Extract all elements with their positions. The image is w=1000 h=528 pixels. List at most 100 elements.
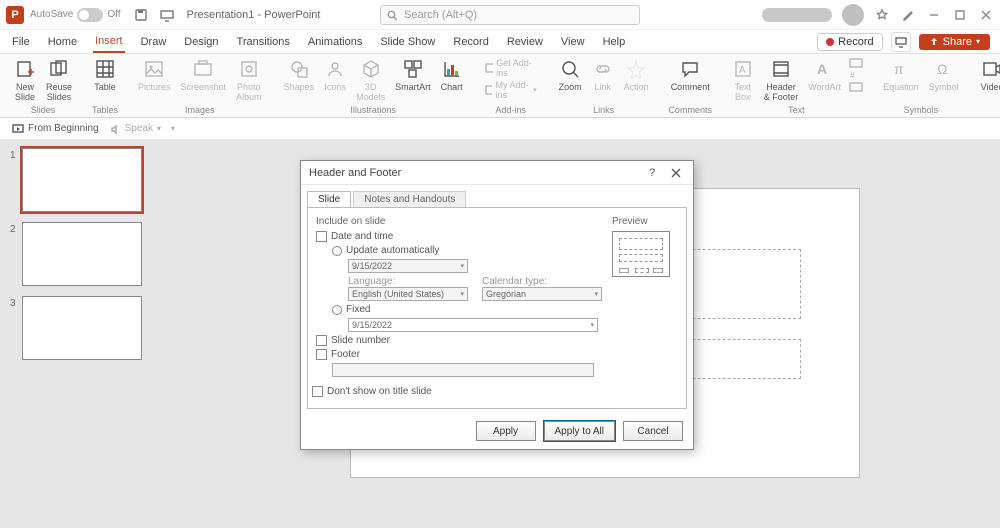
fixed-date-value: 9/15/2022: [352, 320, 392, 330]
tab-insert[interactable]: Insert: [93, 31, 125, 53]
symbol-button[interactable]: ΩSymbol: [925, 56, 963, 94]
fixed-date-input[interactable]: 9/15/2022: [348, 318, 598, 332]
slide-thumb-2[interactable]: [22, 222, 142, 286]
tab-design[interactable]: Design: [182, 32, 220, 52]
from-beginning-label: From Beginning: [28, 123, 99, 134]
share-icon: [929, 37, 939, 47]
tab-file[interactable]: File: [10, 32, 32, 52]
table-button[interactable]: Table: [90, 56, 120, 94]
reuse-slides-button[interactable]: Reuse Slides: [42, 56, 76, 104]
text-box-button[interactable]: AText Box: [728, 56, 758, 104]
header-footer-button[interactable]: Header & Footer: [760, 56, 803, 104]
photo-album-button[interactable]: Photo Album: [232, 56, 266, 104]
coming-soon-icon[interactable]: [874, 7, 890, 23]
autosave-toggle[interactable]: AutoSave Off: [30, 8, 121, 22]
object-icon[interactable]: [849, 82, 863, 92]
present-icon[interactable]: [891, 32, 911, 52]
smartart-label: SmartArt: [395, 82, 431, 92]
language-dropdown[interactable]: English (United States): [348, 287, 468, 301]
tab-view[interactable]: View: [559, 32, 587, 52]
user-avatar[interactable]: [842, 4, 864, 26]
zoom-button[interactable]: Zoom: [555, 56, 586, 94]
slide-number-icon[interactable]: #: [849, 70, 863, 80]
play-icon: [12, 123, 24, 135]
fixed-radio[interactable]: [332, 305, 342, 315]
tab-home[interactable]: Home: [46, 32, 79, 52]
slide-number-label: Slide number: [331, 335, 390, 346]
dialog-body: Include on slide Date and time Update au…: [307, 207, 687, 409]
date-time-checkbox[interactable]: [316, 231, 327, 242]
wordart-button[interactable]: AWordArt: [804, 56, 845, 94]
secbar-overflow[interactable]: ▾: [171, 124, 175, 133]
dialog-close-button[interactable]: [667, 164, 685, 182]
my-addins-button[interactable]: My Add-ins▾: [485, 80, 537, 100]
tab-transitions[interactable]: Transitions: [235, 32, 292, 52]
action-button[interactable]: Action: [620, 56, 653, 94]
new-slide-label: New Slide: [15, 82, 35, 102]
tab-help[interactable]: Help: [601, 32, 628, 52]
group-illustrations: Shapes Icons 3D Models SmartArt Chart Il…: [276, 54, 471, 117]
slide-thumb-3[interactable]: [22, 296, 142, 360]
comment-button[interactable]: Comment: [667, 56, 714, 94]
tab-slideshow[interactable]: Slide Show: [378, 32, 437, 52]
search-placeholder: Search (Alt+Q): [404, 9, 477, 21]
group-label-illus: Illustrations: [276, 105, 471, 115]
chart-button[interactable]: Chart: [437, 56, 467, 94]
footer-label: Footer: [331, 349, 360, 360]
dialog-help-button[interactable]: ?: [643, 164, 661, 182]
icons-button[interactable]: Icons: [320, 56, 350, 94]
tab-record[interactable]: Record: [451, 32, 490, 52]
3d-models-button[interactable]: 3D Models: [352, 56, 389, 104]
calendar-dropdown[interactable]: Gregorian: [482, 287, 602, 301]
apply-button[interactable]: Apply: [476, 421, 536, 441]
save-icon[interactable]: [129, 3, 153, 27]
dont-show-checkbox[interactable]: [312, 386, 323, 397]
preview-column: Preview: [612, 216, 678, 400]
share-button[interactable]: Share▾: [919, 34, 990, 50]
equation-button[interactable]: πEquation: [879, 56, 923, 94]
slide-thumb-1[interactable]: [22, 148, 142, 212]
video-button[interactable]: Video: [977, 56, 1000, 94]
fixed-label: Fixed: [346, 304, 370, 315]
record-button[interactable]: Record: [817, 33, 882, 51]
date-format-dropdown[interactable]: 9/15/2022: [348, 259, 468, 273]
date-format-value: 9/15/2022: [352, 261, 392, 271]
dialog-tab-notes[interactable]: Notes and Handouts: [353, 191, 466, 207]
close-button[interactable]: [978, 7, 994, 23]
user-name-pill[interactable]: [762, 8, 832, 22]
table-label: Table: [94, 82, 116, 92]
dialog-buttons: Apply Apply to All Cancel: [301, 415, 693, 449]
search-input[interactable]: Search (Alt+Q): [380, 5, 640, 25]
header-footer-dialog: Header and Footer ? Slide Notes and Hand…: [300, 160, 694, 450]
maximize-button[interactable]: [952, 7, 968, 23]
slide-number-checkbox[interactable]: [316, 335, 327, 346]
group-addins: Get Add-ins My Add-ins▾ Add-ins: [477, 54, 545, 117]
update-auto-radio[interactable]: [332, 246, 342, 256]
cancel-button[interactable]: Cancel: [623, 421, 683, 441]
get-addins-button[interactable]: Get Add-ins: [485, 58, 537, 78]
tab-review[interactable]: Review: [505, 32, 545, 52]
footer-text-input[interactable]: [332, 363, 594, 377]
dialog-tab-slide[interactable]: Slide: [307, 191, 351, 207]
speak-button[interactable]: Speak ▾: [109, 123, 161, 135]
date-time-icon[interactable]: [849, 58, 863, 68]
from-beginning-button[interactable]: From Beginning: [12, 123, 99, 135]
include-on-slide-label: Include on slide: [316, 216, 602, 227]
slide-thumbnails: 1 2 3: [0, 140, 160, 528]
tab-animations[interactable]: Animations: [306, 32, 364, 52]
autosave-label: AutoSave: [30, 9, 73, 20]
footer-checkbox[interactable]: [316, 349, 327, 360]
smartart-button[interactable]: SmartArt: [391, 56, 435, 94]
minimize-button[interactable]: [926, 7, 942, 23]
screenshot-button[interactable]: Screenshot: [177, 56, 231, 94]
shapes-button[interactable]: Shapes: [280, 56, 319, 94]
apply-to-all-button[interactable]: Apply to All: [544, 421, 615, 441]
qat-presentation-icon[interactable]: [155, 3, 179, 27]
link-button[interactable]: Link: [588, 56, 618, 94]
pictures-button[interactable]: Pictures: [134, 56, 175, 94]
pen-icon[interactable]: [900, 7, 916, 23]
new-slide-button[interactable]: New Slide: [10, 56, 40, 104]
tab-draw[interactable]: Draw: [139, 32, 169, 52]
speak-icon: [109, 123, 121, 135]
group-label-comments: Comments: [663, 105, 718, 115]
